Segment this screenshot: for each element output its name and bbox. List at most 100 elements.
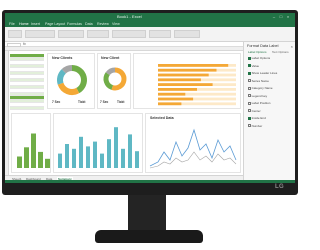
teal-bar — [135, 151, 139, 168]
checkbox-icon[interactable] — [248, 124, 251, 127]
pane-option[interactable]: Series Name — [248, 79, 269, 83]
pane-option[interactable]: Category Name — [248, 86, 273, 90]
green-bar — [24, 147, 29, 168]
checkbox-icon[interactable] — [248, 101, 251, 105]
pane-option[interactable]: Center — [248, 109, 261, 113]
checkbox-icon[interactable] — [248, 64, 251, 67]
donut-2-segment — [111, 67, 127, 91]
checkbox-icon[interactable] — [248, 109, 251, 112]
pane-option[interactable]: Legend key — [248, 94, 267, 98]
green-bar — [31, 133, 36, 168]
number-group[interactable] — [87, 30, 109, 38]
tab-view[interactable]: View — [112, 22, 120, 26]
teal-bar-chart-card[interactable] — [53, 113, 143, 173]
pane-tab-text-options[interactable]: Text Options — [272, 50, 289, 54]
checkbox-icon[interactable] — [248, 116, 251, 120]
maximize-icon[interactable]: □ — [278, 14, 284, 19]
teal-bar — [86, 146, 90, 168]
checkbox-icon[interactable] — [248, 56, 251, 60]
pane-option-label: Value — [251, 63, 260, 68]
green-bar-chart-card[interactable] — [11, 113, 51, 173]
pane-option-label: Inside End — [251, 116, 266, 120]
donut-2-segment — [103, 72, 114, 90]
brand-logo: LG — [275, 184, 284, 190]
tab-page-layout[interactable]: Page Layout — [45, 22, 65, 26]
line-chart — [149, 128, 237, 169]
line-card-title: Selected Data — [150, 116, 174, 120]
green-bar-chart — [17, 133, 50, 168]
donut-1-segment — [61, 65, 73, 74]
alignment-group[interactable] — [58, 30, 84, 38]
pane-close-icon[interactable]: × — [291, 44, 293, 49]
table-row — [10, 106, 44, 110]
donut-card-2-title: New Client — [101, 56, 120, 60]
donut-1-segment — [57, 69, 67, 85]
donut-chart-card-2[interactable]: New Client 7 Sec Tickt — [97, 53, 131, 109]
tab-data[interactable]: Data — [85, 22, 93, 26]
donut-2-segment — [105, 67, 116, 76]
editing-group[interactable] — [174, 30, 200, 38]
hbar — [158, 97, 194, 101]
checkbox-icon[interactable] — [248, 79, 251, 82]
checkbox-icon[interactable] — [248, 86, 251, 90]
pane-option[interactable]: Value — [248, 64, 259, 68]
pane-option[interactable]: Label Options — [248, 56, 270, 60]
teal-bar — [121, 148, 125, 168]
teal-bar — [79, 136, 83, 168]
teal-bar — [65, 144, 69, 168]
pane-option[interactable]: Label Position — [248, 101, 270, 105]
donut-2-left-value: 7 Sec — [100, 100, 109, 104]
pane-tab-label-options[interactable]: Label Options — [248, 50, 267, 54]
donut-chart — [57, 65, 87, 95]
status-bar — [5, 180, 295, 183]
donut-chart-card[interactable]: New Clients 7 Sec Tickt — [47, 53, 95, 109]
fx-icon[interactable]: fx — [23, 42, 26, 46]
monitor-stand-base — [95, 230, 203, 243]
pane-option[interactable]: Show Leader Lines — [248, 71, 277, 75]
donut-chart-2 — [103, 67, 127, 91]
paste-button[interactable] — [8, 30, 22, 38]
close-icon[interactable]: × — [285, 14, 291, 19]
font-group[interactable] — [25, 30, 55, 38]
pane-option[interactable]: Number — [248, 124, 262, 128]
green-bar — [38, 151, 43, 168]
data-table — [10, 54, 44, 110]
tab-home[interactable]: Home — [19, 22, 29, 26]
green-bar — [17, 156, 22, 168]
horizontal-bar-chart — [158, 64, 236, 106]
checkbox-icon[interactable] — [248, 94, 251, 97]
tab-file[interactable]: File — [9, 22, 15, 26]
hbar — [158, 88, 197, 91]
donut-left-value: 7 Sec — [52, 100, 61, 104]
hbar — [158, 64, 229, 67]
tab-formulas[interactable]: Formulas — [67, 22, 82, 26]
format-pane: Format Data Label × Label Options Text O… — [243, 42, 295, 180]
donut-card-title: New Clients — [52, 56, 73, 60]
pane-option[interactable]: Inside End — [248, 116, 266, 120]
line-chart-card[interactable]: Selected Data — [145, 113, 241, 173]
pane-option-label: Center — [251, 108, 261, 113]
teal-bar — [128, 134, 132, 168]
donut-right-value: Tickt — [78, 100, 86, 104]
green-bar — [45, 158, 50, 168]
checkbox-icon[interactable] — [248, 71, 251, 75]
teal-bar — [58, 153, 62, 168]
donut-2-right-value: Tickt — [117, 100, 125, 104]
monitor-stand-neck — [128, 195, 166, 235]
teal-bar — [93, 141, 97, 168]
cells-group[interactable] — [149, 30, 171, 38]
horizontal-bar-chart-card[interactable] — [133, 53, 241, 109]
pane-option-label: Series Name — [251, 78, 269, 83]
window-title: Book1 - Excel — [117, 14, 142, 19]
name-box[interactable] — [7, 42, 21, 47]
worksheet[interactable]: New Clients 7 Sec Tickt New Client 7 Sec… — [5, 51, 243, 175]
teal-bar — [72, 148, 76, 168]
styles-group[interactable] — [112, 30, 146, 38]
hbar — [158, 68, 217, 72]
pane-option-label: Label Options — [251, 56, 271, 60]
monitor-screen: Book1 - Excel – □ × File Home Insert Pag… — [5, 13, 295, 183]
minimize-icon[interactable]: – — [271, 14, 277, 19]
tab-review[interactable]: Review — [97, 22, 109, 26]
title-bar: Book1 - Excel – □ × — [5, 13, 295, 21]
tab-insert[interactable]: Insert — [31, 22, 40, 26]
